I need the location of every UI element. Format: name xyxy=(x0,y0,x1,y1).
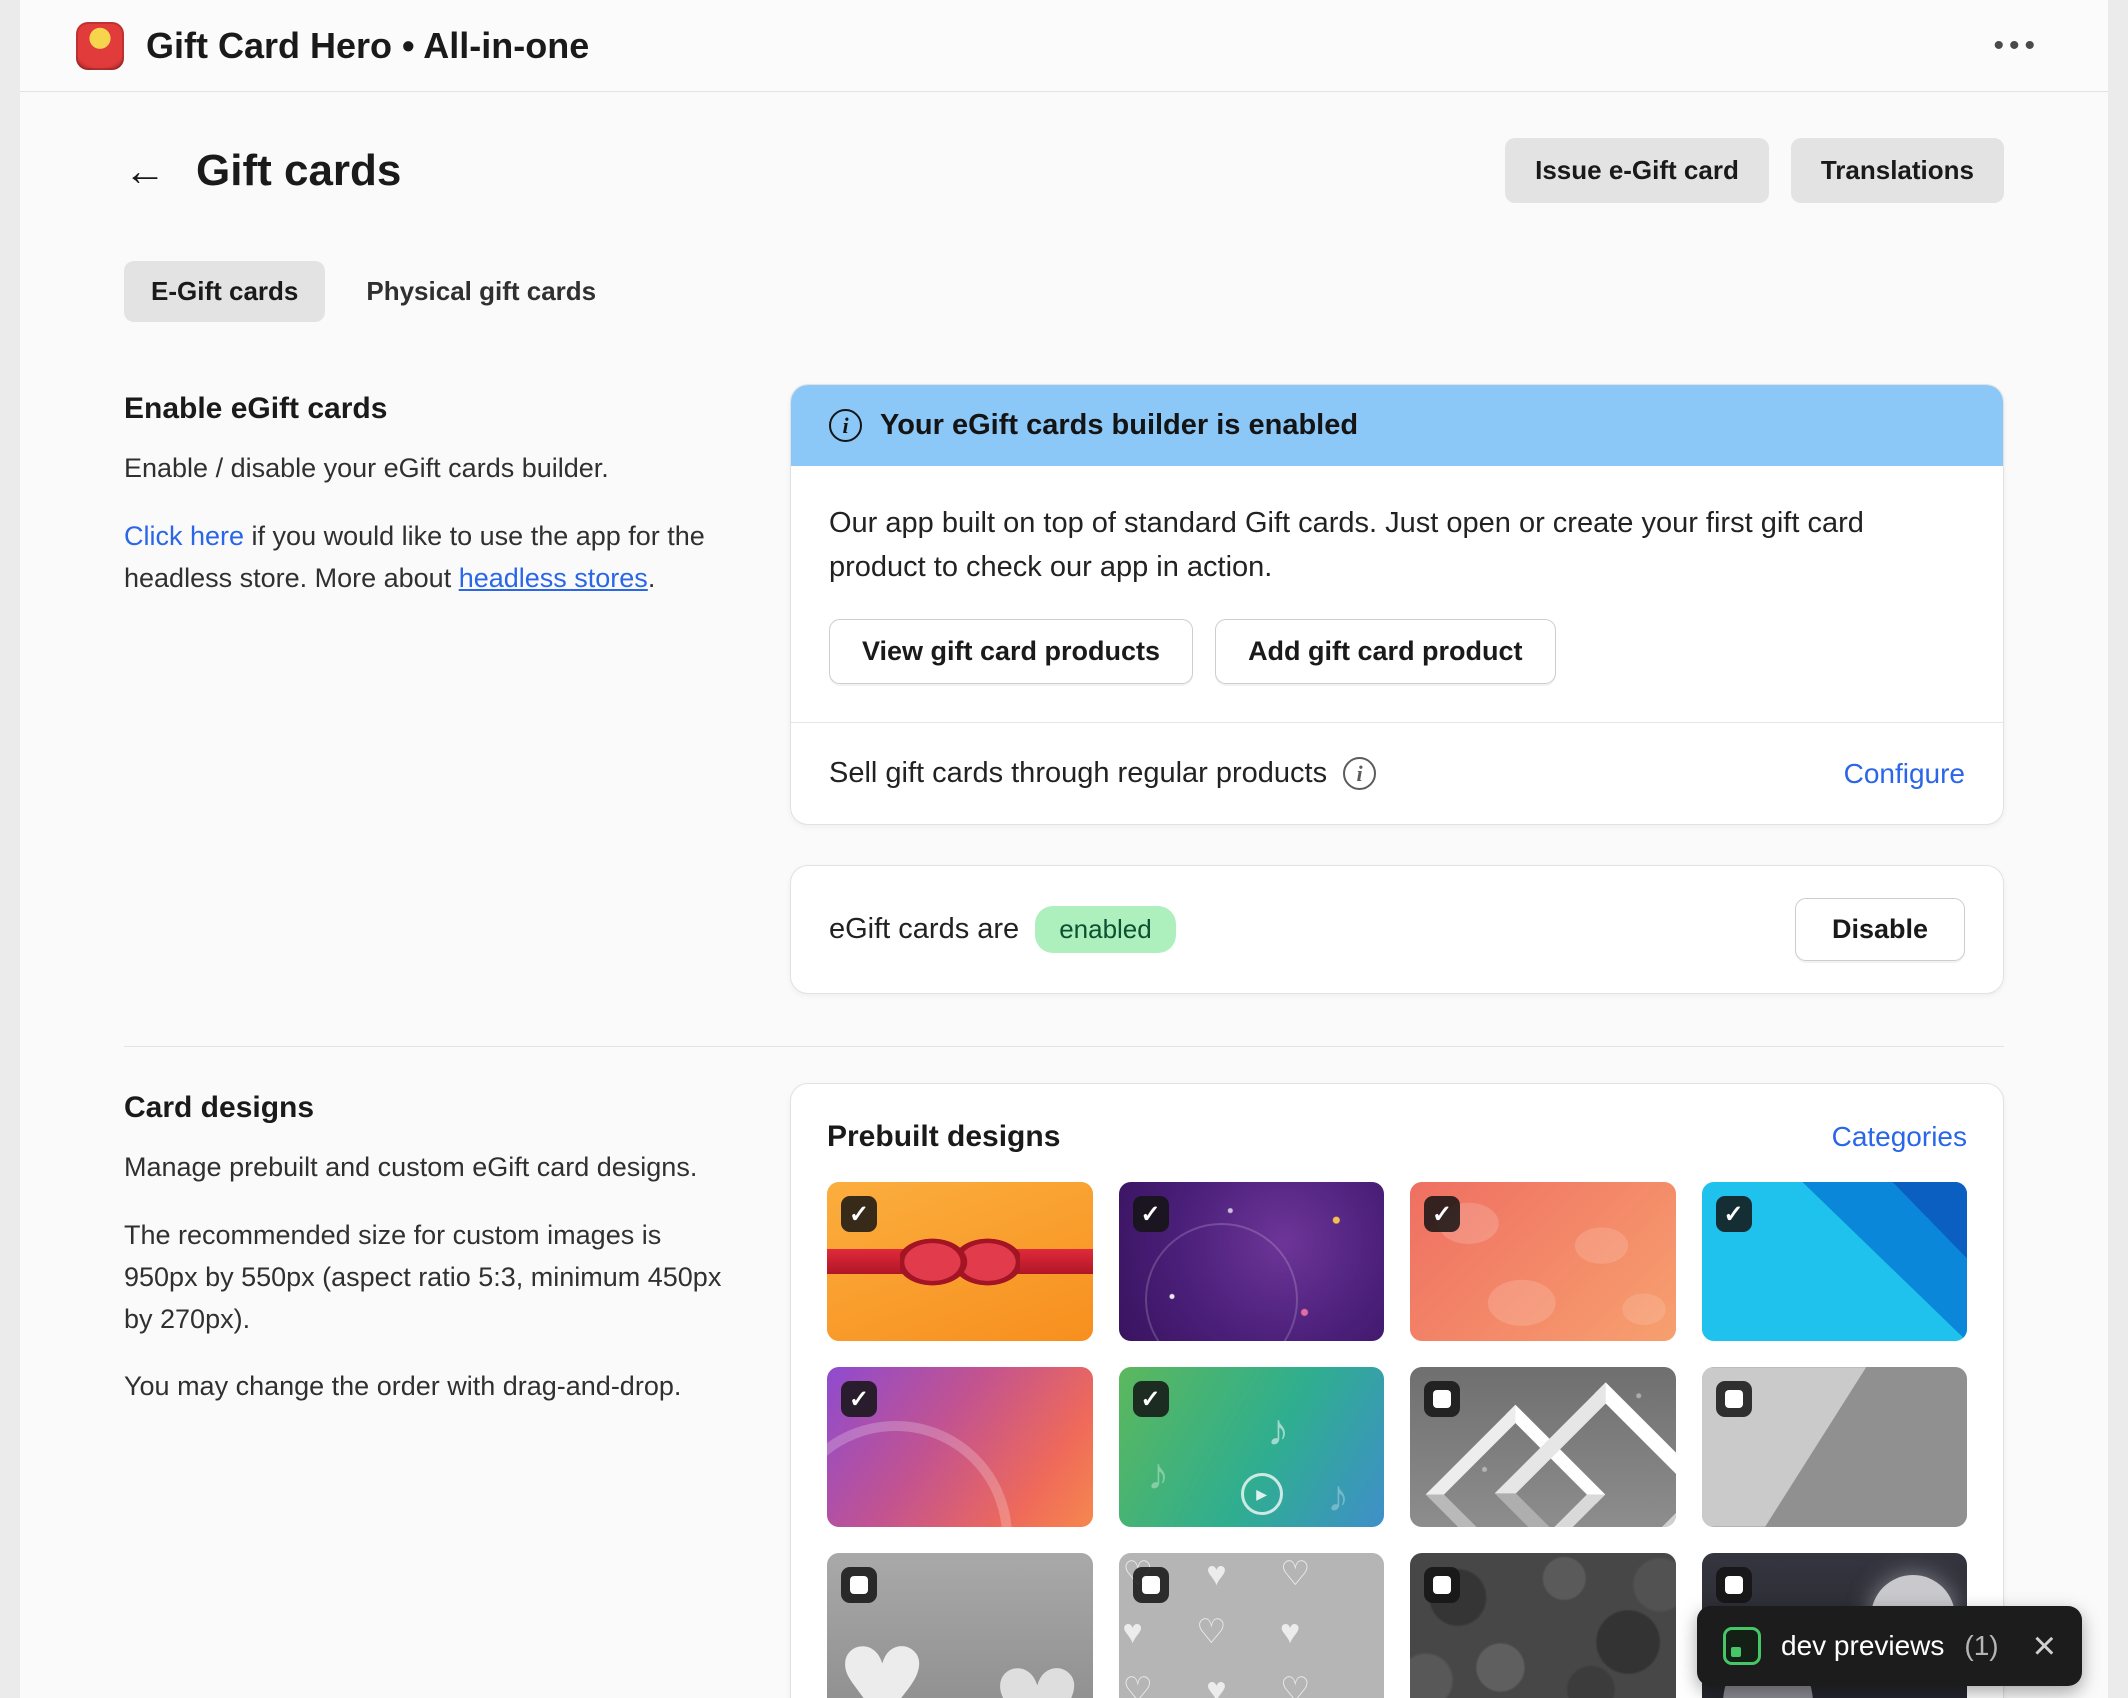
view-gift-card-products-button[interactable]: View gift card products xyxy=(829,619,1193,684)
design-checkbox[interactable]: ✓ xyxy=(1133,1196,1169,1232)
disable-button[interactable]: Disable xyxy=(1795,898,1965,961)
design-checkbox[interactable] xyxy=(1716,1381,1752,1417)
card-designs-p2: The recommended size for custom images i… xyxy=(124,1215,724,1341)
card-designs-p1: Manage prebuilt and custom eGift card de… xyxy=(124,1147,724,1189)
enable-section: Enable eGift cards Enable / disable your… xyxy=(124,384,2004,994)
design-checkbox[interactable]: ✓ xyxy=(841,1196,877,1232)
design-checkbox[interactable] xyxy=(1424,1567,1460,1603)
design-checkbox[interactable]: ✓ xyxy=(1133,1381,1169,1417)
banner-footer: Sell gift cards through regular products… xyxy=(791,722,2003,824)
app-window: Gift Card Hero • All-in-one ••• ← Gift c… xyxy=(20,0,2108,1698)
enable-section-line1: Enable / disable your eGift cards builde… xyxy=(124,448,724,490)
design-tile-big-hearts[interactable] xyxy=(827,1553,1093,1698)
design-checkbox[interactable] xyxy=(1133,1567,1169,1603)
close-icon[interactable]: × xyxy=(2033,1626,2056,1666)
dev-previews-count: (1) xyxy=(1964,1630,1998,1662)
translations-button[interactable]: Translations xyxy=(1791,138,2004,203)
back-button[interactable]: ← xyxy=(124,150,166,192)
info-icon[interactable]: i xyxy=(1343,757,1376,790)
design-tile-purple-space[interactable]: ✓ xyxy=(1119,1182,1385,1341)
card-designs-description: Card designs Manage prebuilt and custom … xyxy=(124,1083,724,1698)
prebuilt-designs-heading: Prebuilt designs xyxy=(827,1120,1060,1154)
design-tile-orange-gift-bow[interactable]: ✓ xyxy=(827,1182,1093,1341)
info-icon[interactable]: i xyxy=(829,409,862,442)
design-tile-dark-camo[interactable] xyxy=(1410,1553,1676,1698)
enable-section-line2-period: . xyxy=(648,563,656,593)
issue-egift-card-button[interactable]: Issue e-Gift card xyxy=(1505,138,1769,203)
design-tile-coral-fruits[interactable]: ✓ xyxy=(1410,1182,1676,1341)
page-title: Gift cards xyxy=(196,146,401,196)
app-title: Gift Card Hero • All-in-one xyxy=(146,25,589,67)
tab-physical-gift-cards[interactable]: Physical gift cards xyxy=(339,261,623,322)
design-tile-sunset-gradient[interactable]: ✓ xyxy=(827,1367,1093,1526)
app-logo-icon xyxy=(76,22,124,70)
design-tile-cyan-geometric[interactable]: ✓ xyxy=(1702,1182,1968,1341)
design-checkbox[interactable] xyxy=(1716,1567,1752,1603)
card-designs-heading: Card designs xyxy=(124,1091,724,1125)
banner-description: Our app built on top of standard Gift ca… xyxy=(829,502,1909,589)
banner-body: Our app built on top of standard Gift ca… xyxy=(791,466,2003,722)
enable-section-cards: i Your eGift cards builder is enabled Ou… xyxy=(790,384,2004,994)
dev-previews-toast[interactable]: dev previews (1) × xyxy=(1697,1606,2082,1686)
topbar: Gift Card Hero • All-in-one ••• xyxy=(20,0,2108,92)
page-header: ← Gift cards Issue e-Gift card Translati… xyxy=(124,138,2004,203)
tab-egift-cards[interactable]: E-Gift cards xyxy=(124,261,325,322)
status-badge: enabled xyxy=(1035,906,1176,953)
sell-through-products-label: Sell gift cards through regular products xyxy=(829,757,1327,790)
banner-header: i Your eGift cards builder is enabled xyxy=(791,385,2003,466)
egift-status-text: eGift cards are xyxy=(829,913,1019,946)
enable-section-line2: Click here if you would like to use the … xyxy=(124,516,724,600)
design-checkbox[interactable]: ✓ xyxy=(1424,1196,1460,1232)
add-gift-card-product-button[interactable]: Add gift card product xyxy=(1215,619,1555,684)
card-designs-p3: You may change the order with drag-and-d… xyxy=(124,1366,724,1408)
dev-previews-icon xyxy=(1723,1627,1761,1665)
overflow-menu-icon[interactable]: ••• xyxy=(1981,21,2052,71)
design-checkbox[interactable] xyxy=(841,1567,877,1603)
section-divider xyxy=(124,1046,2004,1047)
categories-link[interactable]: Categories xyxy=(1832,1121,1967,1153)
banner-title: Your eGift cards builder is enabled xyxy=(880,409,1358,442)
banner-buttons: View gift card products Add gift card pr… xyxy=(829,619,1965,684)
design-tile-gray-diagonal[interactable] xyxy=(1702,1367,1968,1526)
design-tile-music-party[interactable]: ✓ xyxy=(1119,1367,1385,1526)
headless-stores-link[interactable]: headless stores xyxy=(459,563,648,593)
dev-previews-label: dev previews xyxy=(1781,1630,1944,1662)
prebuilt-designs-header: Prebuilt designs Categories xyxy=(827,1120,1967,1154)
design-checkbox[interactable]: ✓ xyxy=(1716,1196,1752,1232)
design-checkbox[interactable]: ✓ xyxy=(841,1381,877,1417)
egift-status-card: eGift cards are enabled Disable xyxy=(790,865,2004,994)
design-checkbox[interactable] xyxy=(1424,1381,1460,1417)
click-here-link[interactable]: Click here xyxy=(124,521,244,551)
design-tile-hearts-pattern[interactable] xyxy=(1119,1553,1385,1698)
enable-section-heading: Enable eGift cards xyxy=(124,392,724,426)
enable-section-description: Enable eGift cards Enable / disable your… xyxy=(124,384,724,994)
design-tile-gray-diamonds[interactable] xyxy=(1410,1367,1676,1526)
tab-bar: E-Gift cards Physical gift cards xyxy=(124,261,2004,322)
builder-enabled-card: i Your eGift cards builder is enabled Ou… xyxy=(790,384,2004,825)
configure-link[interactable]: Configure xyxy=(1844,758,1965,790)
header-actions: Issue e-Gift card Translations xyxy=(1505,138,2004,203)
